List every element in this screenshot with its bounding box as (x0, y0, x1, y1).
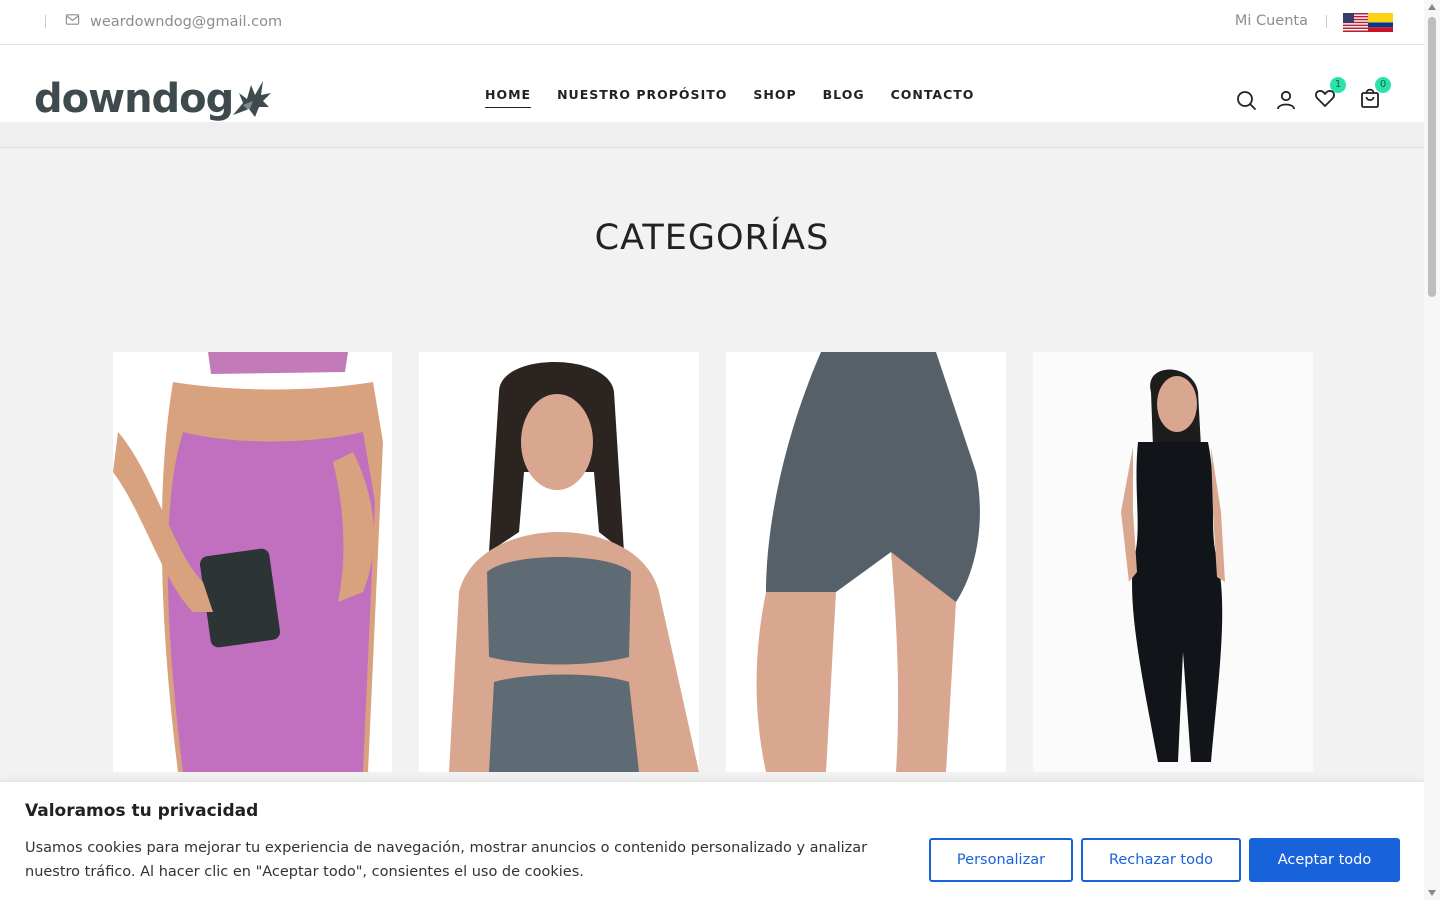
mail-icon (65, 12, 80, 31)
reject-all-button[interactable]: Rechazar todo (1081, 838, 1241, 882)
page-scrollbar[interactable] (1424, 0, 1440, 900)
divider (45, 15, 46, 28)
category-image-pink-leggings (113, 352, 392, 772)
us-flag-icon[interactable] (1343, 13, 1368, 32)
cookie-description: Usamos cookies para mejorar tu experienc… (25, 840, 868, 880)
category-card-shorts[interactable] (726, 352, 1006, 772)
cookie-heading: Valoramos tu privacidad (25, 801, 259, 821)
search-icon[interactable] (1235, 89, 1257, 111)
scrollbar-thumb[interactable] (1428, 17, 1436, 297)
nav-shop[interactable]: SHOP (753, 87, 796, 108)
wishlist-heart-icon[interactable]: 1 (1314, 77, 1346, 109)
category-card-jumpsuits[interactable] (1033, 352, 1313, 772)
nav-home[interactable]: HOME (485, 87, 532, 108)
divider (1326, 15, 1327, 28)
accept-all-button[interactable]: Aceptar todo (1249, 838, 1400, 882)
top-bar: weardowndog@gmail.com Mi Cuenta (0, 0, 1424, 45)
email-link[interactable]: weardowndog@gmail.com (65, 12, 282, 31)
logo[interactable]: downdog (34, 75, 275, 119)
logo-text: downdog (34, 76, 234, 122)
scroll-down-arrow-icon[interactable] (1428, 890, 1436, 896)
colombia-flag-icon[interactable] (1368, 13, 1393, 32)
category-image-gray-set (419, 352, 699, 772)
category-image-black-jumpsuit (1033, 352, 1313, 772)
cart-count-badge: 0 (1375, 77, 1391, 93)
cookie-consent-banner: Valoramos tu privacidad Usamos cookies p… (0, 781, 1424, 900)
nav-blog[interactable]: BLOG (823, 87, 865, 108)
nav-nuestro-proposito[interactable]: NUESTRO PROPÓSITO (557, 87, 727, 108)
category-card-tops[interactable] (419, 352, 699, 772)
nav-contacto[interactable]: CONTACTO (891, 87, 975, 108)
site-header: downdog HOME NUESTRO PROPÓSITO SHOP BLOG… (0, 45, 1424, 122)
user-icon[interactable] (1275, 89, 1297, 111)
header-divider-strip (0, 122, 1424, 148)
page-title: CATEGORÍAS (594, 218, 830, 258)
category-image-gray-shorts (726, 352, 1006, 772)
main-nav: HOME NUESTRO PROPÓSITO SHOP BLOG CONTACT… (485, 87, 974, 108)
wolf-logo-icon (233, 81, 272, 117)
scroll-up-arrow-icon[interactable] (1428, 4, 1436, 10)
customize-button[interactable]: Personalizar (929, 838, 1073, 882)
email-text: weardowndog@gmail.com (90, 13, 283, 30)
category-card-leggings[interactable] (113, 352, 392, 772)
my-account-link[interactable]: Mi Cuenta (1235, 13, 1308, 29)
wishlist-count-badge: 1 (1330, 77, 1346, 93)
cart-bag-icon[interactable]: 0 (1359, 77, 1391, 109)
